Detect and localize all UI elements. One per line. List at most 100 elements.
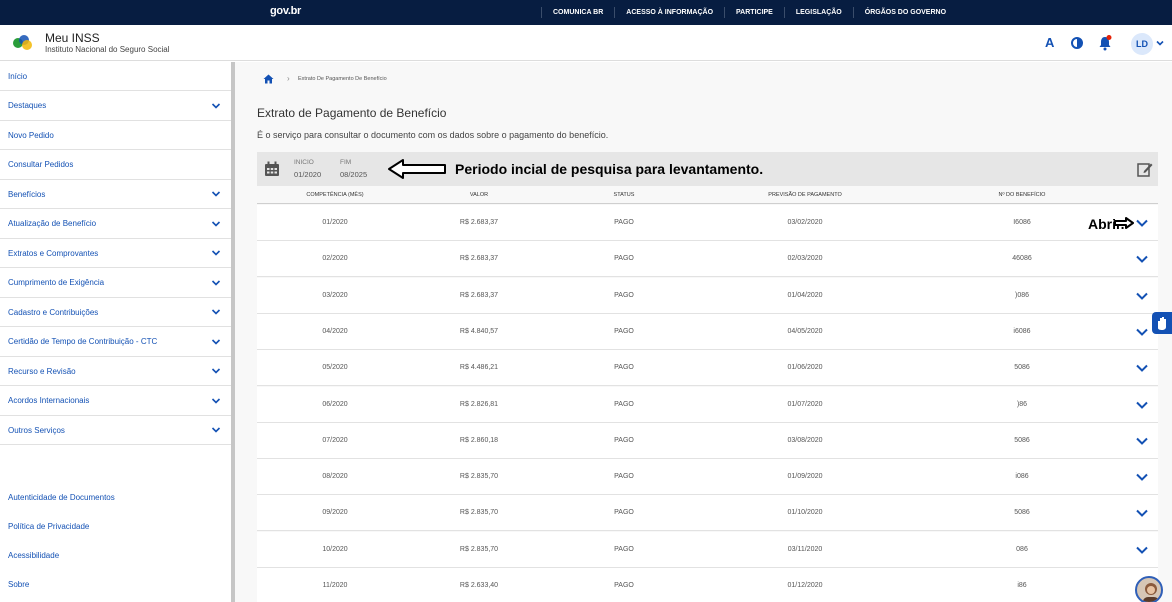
- edit-icon[interactable]: [1137, 161, 1153, 177]
- table-row[interactable]: 11/2020 R$ 2.633,40 PAGO 01/12/2020 i86: [257, 568, 1158, 602]
- sidebar-item[interactable]: Certidão de Tempo de Contribuição - CTC: [0, 328, 231, 357]
- col-header-status: STATUS: [613, 192, 635, 198]
- font-size-icon[interactable]: A: [1045, 35, 1054, 50]
- chevron-down-icon[interactable]: [211, 307, 221, 317]
- libras-accessibility-button[interactable]: [1152, 312, 1172, 334]
- table-row[interactable]: 05/2020 R$ 4.486,21 PAGO 01/06/2020 5086: [257, 350, 1158, 387]
- cell-valor: R$ 2.860,18: [459, 436, 499, 444]
- chevron-down-icon[interactable]: [211, 189, 221, 199]
- sidebar-item[interactable]: Cadastro e Contribuições: [0, 298, 231, 327]
- cell-competencia: 07/2020: [322, 436, 348, 444]
- cell-previsao: 03/08/2020: [787, 436, 823, 444]
- expand-chevron-icon[interactable]: [1135, 362, 1149, 374]
- cell-previsao: 01/12/2020: [787, 582, 823, 589]
- cell-beneficio: )86: [1016, 400, 1028, 408]
- chevron-down-icon[interactable]: [211, 101, 221, 111]
- expand-chevron-icon[interactable]: [1135, 544, 1149, 556]
- table-row[interactable]: 09/2020 R$ 2.835,70 PAGO 01/10/2020 5086: [257, 495, 1158, 532]
- sidebar-footer-link[interactable]: Autenticidade de Documentos: [8, 493, 115, 502]
- cell-previsao: 01/04/2020: [787, 291, 823, 299]
- page-description: É o serviço para consultar o documento c…: [257, 130, 609, 140]
- chevron-down-icon[interactable]: [211, 219, 221, 229]
- sidebar-item[interactable]: Atualização de Benefício: [0, 210, 231, 239]
- table-row[interactable]: 06/2020 R$ 2.826,81 PAGO 01/07/2020)86: [257, 386, 1158, 423]
- expand-chevron-icon[interactable]: [1135, 471, 1149, 483]
- cell-status: PAGO: [614, 219, 634, 226]
- table-row[interactable]: 03/2020 R$ 2.683,37 PAGO 01/04/2020)086: [257, 277, 1158, 314]
- avatar[interactable]: LD: [1131, 33, 1153, 55]
- period-start-label: INICIO: [294, 159, 314, 166]
- sidebar-item[interactable]: Novo Pedido: [0, 121, 231, 150]
- table-row[interactable]: 01/2020 R$ 2.683,37 PAGO 03/02/2020 I6086 Abr…: [257, 205, 1158, 241]
- period-annotation: Periodo incial de pesquisa para levantam…: [455, 161, 764, 177]
- gov-link-participe[interactable]: PARTICIPE: [724, 7, 784, 18]
- sidebar-item[interactable]: Outros Serviços: [0, 416, 231, 445]
- inss-logo-icon[interactable]: [12, 34, 34, 52]
- cell-previsao: 01/06/2020: [787, 364, 823, 372]
- bell-icon[interactable]: [1098, 35, 1112, 51]
- chevron-down-icon[interactable]: [1155, 38, 1165, 48]
- chevron-down-icon[interactable]: [211, 337, 221, 347]
- period-end-value: 08/2025: [340, 170, 368, 179]
- sidebar-item[interactable]: Recurso e Revisão: [0, 357, 231, 386]
- cell-valor: R$ 2.683,37: [459, 219, 499, 226]
- govbr-logo[interactable]: gov.br: [270, 5, 301, 17]
- sidebar-item-label: Novo Pedido: [8, 130, 54, 140]
- cell-competencia: 11/2020: [322, 582, 348, 589]
- table-row[interactable]: 10/2020 R$ 2.835,70 PAGO 03/11/2020 086: [257, 531, 1158, 568]
- cell-valor: R$ 2.633,40: [459, 582, 499, 589]
- home-icon[interactable]: [263, 74, 274, 84]
- expand-chevron-icon[interactable]: [1135, 253, 1149, 265]
- expand-chevron-icon[interactable]: [1135, 507, 1149, 519]
- table-row[interactable]: 08/2020 R$ 2.835,70 PAGO 01/09/2020 i086: [257, 459, 1158, 496]
- sidebar-item-label: Acordos Internacionais: [8, 396, 90, 405]
- col-header-previsao: PREVISÃO DE PAGAMENTO: [768, 192, 842, 198]
- cell-competencia: 02/2020: [322, 255, 348, 263]
- gov-link-legislacao[interactable]: LEGISLAÇÃO: [783, 7, 853, 18]
- sidebar-item-label: Cumprimento de Exigência: [8, 278, 105, 287]
- expand-chevron-icon[interactable]: [1135, 290, 1149, 302]
- cell-previsao: 01/09/2020: [787, 473, 823, 481]
- gov-link-acesso[interactable]: ACESSO À INFORMAÇÃO: [614, 7, 724, 18]
- chevron-down-icon[interactable]: [211, 248, 221, 258]
- expand-chevron-icon[interactable]: [1135, 435, 1149, 447]
- virtual-assistant-avatar[interactable]: [1135, 576, 1163, 602]
- sidebar-item[interactable]: Destaques: [0, 92, 231, 121]
- sidebar-footer-link[interactable]: Sobre: [8, 580, 29, 589]
- sidebar-footer-link[interactable]: Acessibilidade: [8, 551, 59, 560]
- sidebar-item[interactable]: Consultar Pedidos: [0, 151, 231, 180]
- period-start-value: 01/2020: [294, 170, 322, 179]
- sidebar-item-label: Destaques: [8, 101, 47, 110]
- gov-link-orgaos[interactable]: ÓRGÃOS DO GOVERNO: [852, 7, 957, 18]
- expand-chevron-icon[interactable]: [1135, 399, 1149, 411]
- chevron-down-icon[interactable]: [211, 396, 221, 406]
- chevron-down-icon[interactable]: [211, 366, 221, 376]
- sidebar-item[interactable]: Acordos Internacionais: [0, 387, 231, 416]
- contrast-icon[interactable]: [1071, 37, 1083, 49]
- table-row[interactable]: 04/2020 R$ 4.840,57 PAGO 04/05/2020 i6086: [257, 313, 1158, 350]
- breadcrumb-separator-icon: ›: [287, 74, 290, 83]
- sidebar-item[interactable]: Início: [0, 62, 231, 91]
- sidebar-item[interactable]: Cumprimento de Exigência: [0, 269, 231, 298]
- sidebar-item-label: Outros Serviços: [8, 425, 65, 435]
- sidebar-item[interactable]: Benefícios: [0, 180, 231, 209]
- chevron-down-icon[interactable]: [211, 278, 221, 288]
- sidebar-footer-link[interactable]: Política de Privacidade: [8, 522, 89, 531]
- col-header-valor: VALOR: [469, 192, 489, 198]
- expand-chevron-icon[interactable]: [1135, 326, 1149, 338]
- expand-chevron-icon[interactable]: [1135, 217, 1149, 229]
- cell-previsao: 01/07/2020: [787, 400, 823, 408]
- chevron-down-icon[interactable]: [211, 425, 221, 435]
- cell-competencia: 05/2020: [322, 364, 348, 372]
- cell-valor: R$ 4.840,57: [459, 327, 499, 335]
- table-row[interactable]: 02/2020 R$ 2.683,37 PAGO 02/03/2020 46086: [257, 241, 1158, 278]
- table-row[interactable]: 07/2020 R$ 2.860,18 PAGO 03/08/2020 5086: [257, 422, 1158, 459]
- gov-link-comunica[interactable]: COMUNICA BR: [541, 7, 614, 18]
- cell-beneficio: )086: [1014, 291, 1030, 299]
- sidebar-item[interactable]: Extratos e Comprovantes: [0, 239, 231, 268]
- cell-beneficio: 46086: [1012, 255, 1032, 263]
- cell-status: PAGO: [614, 545, 634, 553]
- cell-previsao: 01/10/2020: [787, 509, 823, 517]
- page-title: Extrato de Pagamento de Benefício: [257, 106, 447, 120]
- app-header: Meu INSS Instituto Nacional do Seguro So…: [0, 25, 1172, 61]
